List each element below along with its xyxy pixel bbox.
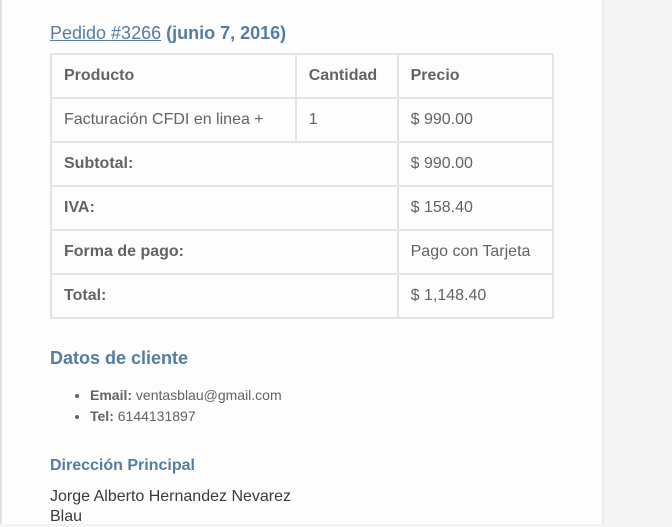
address-section-title: Dirección Principal [50,457,195,474]
total-label: Total: [50,273,399,319]
address-line-company: Blau [50,508,83,525]
subtotal-value: $ 990.00 [396,141,555,187]
list-item: Email: ventasblau@gmail.com [90,385,282,406]
billing-address: Jorge Alberto Hernandez Nevarez Blau [50,487,291,527]
table-row: Facturación CFDI en linea + 1 $ 990.00 [50,97,555,143]
email-label: Email: [90,387,133,403]
order-date: (junio 7, 2016) [166,23,287,43]
item-quantity: 1 [294,97,399,143]
table-header-row: Producto Cantidad Precio [50,53,555,99]
header-price: Precio [396,53,555,99]
list-item: Tel: 6144131897 [90,406,282,427]
order-table: Producto Cantidad Precio Facturación CFD… [50,53,555,319]
subtotal-row: Subtotal: $ 990.00 [50,141,555,187]
payment-label: Forma de pago: [50,229,399,275]
phone-value: 6144131897 [117,408,196,424]
tax-row: IVA: $ 158.40 [50,185,555,231]
payment-value: Pago con Tarjeta [396,229,555,275]
subtotal-label: Subtotal: [50,141,399,187]
address-line-name: Jorge Alberto Hernandez Nevarez [50,488,292,505]
customer-details-list: Email: ventasblau@gmail.com Tel: 6144131… [50,385,282,427]
phone-label: Tel: [90,408,114,424]
tax-value: $ 158.40 [396,185,555,231]
item-price: $ 990.00 [396,97,555,143]
total-value: $ 1,148.40 [396,273,555,319]
email-value: ventasblau@gmail.com [135,387,282,403]
header-quantity: Cantidad [294,53,399,99]
item-product: Facturación CFDI en linea + [50,97,297,143]
customer-section-title: Datos de cliente [50,348,189,368]
order-link[interactable]: Pedido #3266 [50,23,161,43]
total-row: Total: $ 1,148.40 [50,273,555,319]
header-product: Producto [50,53,297,99]
tax-label: IVA: [50,185,399,231]
order-heading: Pedido #3266 (junio 7, 2016) [50,23,286,44]
payment-row: Forma de pago: Pago con Tarjeta [50,229,555,275]
